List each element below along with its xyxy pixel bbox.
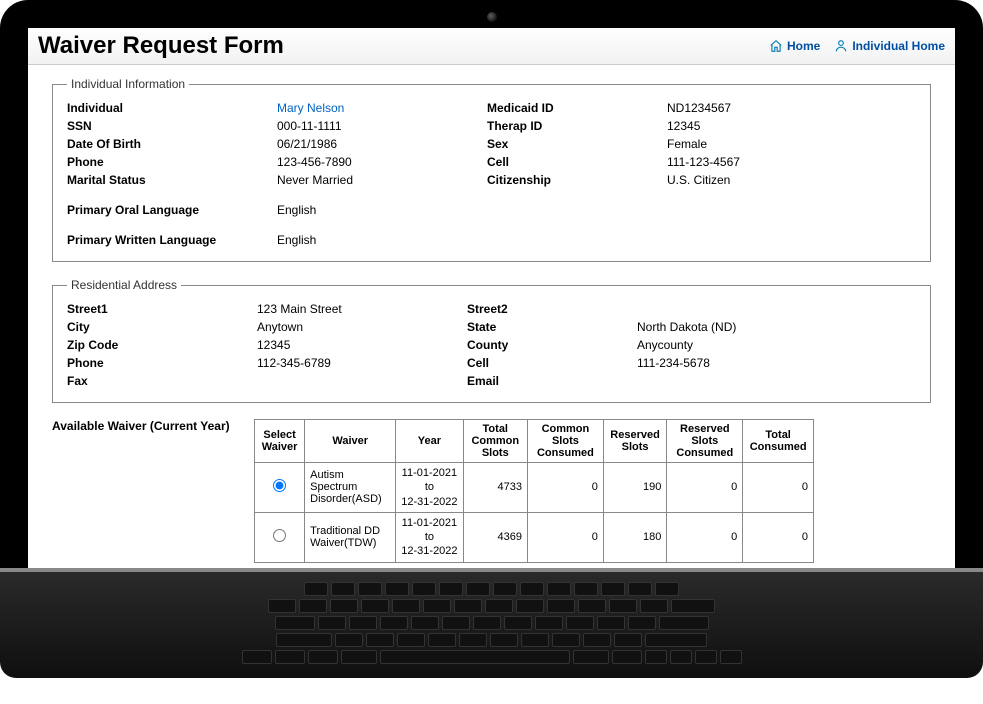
reserved-slots-consumed-cell: 0 [667, 463, 743, 513]
street2-label: Street2 [467, 302, 627, 316]
year-cell: 11-01-2021to12-31-2022 [396, 463, 463, 513]
home-link-label: Home [787, 39, 820, 53]
cell-label: Cell [487, 155, 657, 169]
table-row: Traditional DD Waiver(TDW)11-01-2021to12… [255, 512, 814, 562]
select-waiver-cell [255, 463, 305, 513]
reserved-slots-cell: 190 [603, 463, 667, 513]
laptop-mockup: Waiver Request Form Home Individual H [0, 0, 983, 678]
written-language-label: Primary Written Language [67, 233, 267, 247]
page-header: Waiver Request Form Home Individual H [28, 28, 955, 65]
sex-label: Sex [487, 137, 657, 151]
sex-value: Female [667, 137, 916, 151]
page-title: Waiver Request Form [38, 32, 284, 60]
table-row: Autism Spectrum Disorder(ASD)11-01-2021t… [255, 463, 814, 513]
col-waiver: Waiver [305, 420, 396, 463]
home-icon [769, 39, 783, 53]
addr-phone-label: Phone [67, 356, 247, 370]
col-total-consumed: Total Consumed [743, 420, 814, 463]
nav-links: Home Individual Home [769, 39, 945, 53]
therap-id-label: Therap ID [487, 119, 657, 133]
county-value: Anycounty [637, 338, 916, 352]
col-total-common-slots: Total Common Slots [463, 420, 527, 463]
street2-value [637, 302, 916, 316]
camera-dot [487, 12, 497, 22]
fax-label: Fax [67, 374, 247, 388]
year-cell: 11-01-2021to12-31-2022 [396, 512, 463, 562]
zip-label: Zip Code [67, 338, 247, 352]
addr-phone-value: 112-345-6789 [257, 356, 457, 370]
select-waiver-radio[interactable] [273, 479, 286, 492]
cell-value: 111-123-4567 [667, 155, 916, 169]
col-reserved-slots-consumed: Reserved Slots Consumed [667, 420, 743, 463]
individual-information-fieldset: Individual Information Individual Mary N… [52, 77, 931, 262]
total-consumed-cell: 0 [743, 512, 814, 562]
citizenship-value: U.S. Citizen [667, 173, 916, 187]
individual-information-legend: Individual Information [67, 77, 189, 91]
reserved-slots-cell: 180 [603, 512, 667, 562]
city-label: City [67, 320, 247, 334]
home-link[interactable]: Home [769, 39, 820, 53]
state-value: North Dakota (ND) [637, 320, 916, 334]
reserved-slots-consumed-cell: 0 [667, 512, 743, 562]
individual-home-link[interactable]: Individual Home [834, 39, 945, 53]
common-slots-consumed-cell: 0 [528, 512, 604, 562]
fax-value [257, 374, 457, 388]
content-area: Individual Information Individual Mary N… [28, 65, 955, 568]
col-select-waiver: Select Waiver [255, 420, 305, 463]
dob-value: 06/21/1986 [277, 137, 477, 151]
oral-language-value: English [277, 203, 477, 217]
individual-label: Individual [67, 101, 267, 115]
common-slots-consumed-cell: 0 [528, 463, 604, 513]
medicaid-id-value: ND1234567 [667, 101, 916, 115]
total-common-slots-cell: 4369 [463, 512, 527, 562]
residential-address-fieldset: Residential Address Street1 123 Main Str… [52, 278, 931, 403]
street1-value: 123 Main Street [257, 302, 457, 316]
email-value [637, 374, 916, 388]
zip-value: 12345 [257, 338, 457, 352]
written-language-value: English [277, 233, 477, 247]
available-waiver-label: Available Waiver (Current Year) [52, 419, 242, 433]
select-waiver-cell [255, 512, 305, 562]
screen: Waiver Request Form Home Individual H [28, 28, 955, 568]
residential-address-legend: Residential Address [67, 278, 181, 292]
total-consumed-cell: 0 [743, 463, 814, 513]
available-waiver-section: Available Waiver (Current Year) Select W… [52, 419, 931, 563]
street1-label: Street1 [67, 302, 247, 316]
laptop-keyboard-base [0, 568, 983, 678]
phone-value: 123-456-7890 [277, 155, 477, 169]
email-label: Email [467, 374, 627, 388]
person-icon [834, 39, 848, 53]
address-grid: Street1 123 Main Street Street2 City Any… [67, 302, 916, 388]
medicaid-id-label: Medicaid ID [487, 101, 657, 115]
col-year: Year [396, 420, 463, 463]
individual-home-link-label: Individual Home [852, 39, 945, 53]
addr-cell-label: Cell [467, 356, 627, 370]
city-value: Anytown [257, 320, 457, 334]
waiver-table: Select Waiver Waiver Year Total Common S… [254, 419, 814, 563]
ssn-value: 000-11-1111 [277, 119, 477, 133]
citizenship-label: Citizenship [487, 173, 657, 187]
keyboard-rows [0, 572, 983, 674]
individual-info-grid: Individual Mary Nelson Medicaid ID ND123… [67, 101, 916, 247]
county-label: County [467, 338, 627, 352]
state-label: State [467, 320, 627, 334]
therap-id-value: 12345 [667, 119, 916, 133]
total-common-slots-cell: 4733 [463, 463, 527, 513]
bezel: Waiver Request Form Home Individual H [0, 0, 983, 568]
col-common-slots-consumed: Common Slots Consumed [528, 420, 604, 463]
waiver-name-cell: Traditional DD Waiver(TDW) [305, 512, 396, 562]
select-waiver-radio[interactable] [273, 529, 286, 542]
phone-label: Phone [67, 155, 267, 169]
waiver-name-cell: Autism Spectrum Disorder(ASD) [305, 463, 396, 513]
addr-cell-value: 111-234-5678 [637, 356, 916, 370]
marital-status-label: Marital Status [67, 173, 267, 187]
individual-value[interactable]: Mary Nelson [277, 101, 477, 115]
oral-language-label: Primary Oral Language [67, 203, 267, 217]
ssn-label: SSN [67, 119, 267, 133]
col-reserved-slots: Reserved Slots [603, 420, 667, 463]
dob-label: Date Of Birth [67, 137, 267, 151]
marital-status-value: Never Married [277, 173, 477, 187]
